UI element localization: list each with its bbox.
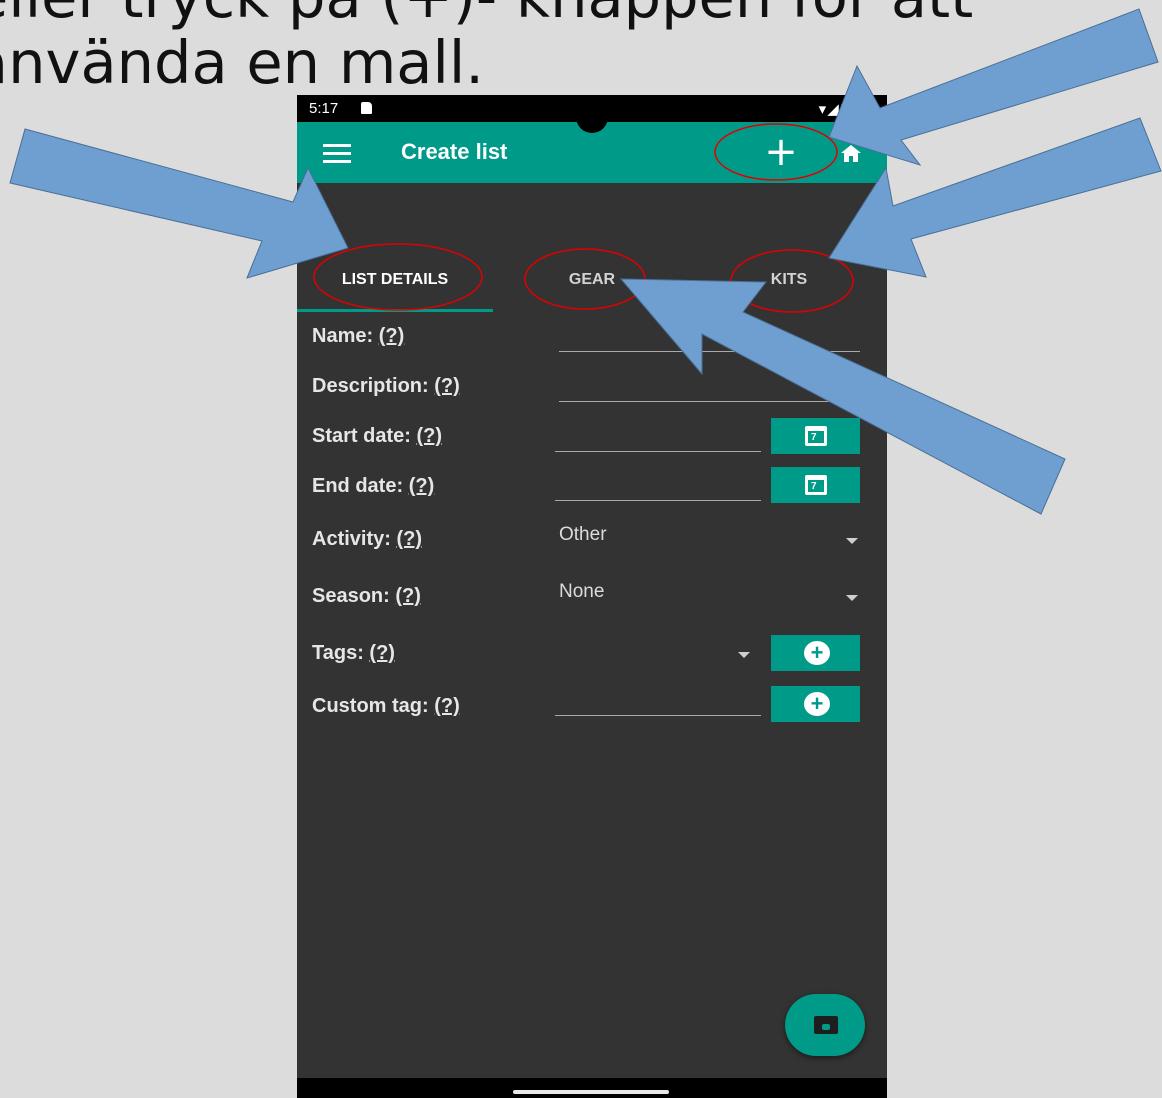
custom-tag-label: Custom tag: (?) xyxy=(312,695,460,717)
help-link[interactable]: (?) xyxy=(379,325,405,347)
help-link[interactable]: (?) xyxy=(395,585,421,607)
start-date-input[interactable] xyxy=(555,451,761,452)
home-gesture-pill[interactable] xyxy=(513,1090,669,1094)
add-template-button[interactable]: + xyxy=(759,132,803,176)
add-tag-button[interactable]: + xyxy=(771,635,860,671)
end-date-picker-button[interactable]: 7 xyxy=(771,467,860,503)
tab-gear[interactable]: GEAR xyxy=(494,245,690,313)
slide-text-line-2: använda en mall. xyxy=(0,28,484,97)
season-select[interactable]: None xyxy=(559,581,604,603)
tab-bar: LIST DETAILS GEAR KITS xyxy=(297,245,887,313)
add-custom-tag-button[interactable]: + xyxy=(771,686,860,722)
add-circle-icon: + xyxy=(804,641,830,665)
tags-dropdown-arrow-icon[interactable] xyxy=(738,652,750,658)
help-link[interactable]: (?) xyxy=(434,375,460,397)
status-time: 5:17 xyxy=(309,100,339,117)
activity-label: Activity: (?) xyxy=(312,528,423,550)
name-input[interactable] xyxy=(559,351,860,352)
help-link[interactable]: (?) xyxy=(409,475,435,497)
help-link[interactable]: (?) xyxy=(396,528,422,550)
navigation-bar xyxy=(297,1078,887,1098)
home-icon[interactable] xyxy=(839,144,863,162)
save-icon xyxy=(814,1016,838,1034)
status-bar: 5:17 ▾◢▮ xyxy=(297,95,887,133)
end-date-label: End date: (?) xyxy=(312,475,435,497)
system-status-icons: ▾◢▮ xyxy=(818,101,849,118)
activity-dropdown-arrow-icon[interactable] xyxy=(846,538,858,544)
custom-tag-input[interactable] xyxy=(555,715,761,716)
help-link[interactable]: (?) xyxy=(416,425,442,447)
save-button[interactable] xyxy=(785,994,865,1056)
description-label: Description: (?) xyxy=(312,375,460,397)
description-input[interactable] xyxy=(559,401,860,402)
page-title: Create list xyxy=(401,139,508,164)
calendar-icon: 7 xyxy=(805,426,827,446)
menu-icon[interactable] xyxy=(323,144,351,164)
tags-label: Tags: (?) xyxy=(312,642,395,664)
start-date-label: Start date: (?) xyxy=(312,425,443,447)
start-date-picker-button[interactable]: 7 xyxy=(771,418,860,454)
help-link[interactable]: (?) xyxy=(434,695,460,717)
add-circle-icon: + xyxy=(804,692,830,716)
season-dropdown-arrow-icon[interactable] xyxy=(846,595,858,601)
calendar-icon: 7 xyxy=(805,475,827,495)
slide-text-line-1: eller tryck på (+)- knappen för att xyxy=(0,0,1162,30)
activity-select[interactable]: Other xyxy=(559,524,607,546)
active-tab-indicator xyxy=(297,309,493,312)
camera-notch xyxy=(576,95,608,133)
phone-screen: 5:17 ▾◢▮ Create list + LIST DETAILS GEAR… xyxy=(297,95,887,1098)
slide-instruction-text: eller tryck på (+)- knappen för att anvä… xyxy=(0,0,1162,96)
tab-kits[interactable]: KITS xyxy=(691,245,887,313)
name-label: Name: (?) xyxy=(312,325,405,347)
help-link[interactable]: (?) xyxy=(369,642,395,664)
sd-card-icon xyxy=(361,102,372,114)
tab-list-details[interactable]: LIST DETAILS xyxy=(297,245,493,313)
end-date-input[interactable] xyxy=(555,500,761,501)
season-label: Season: (?) xyxy=(312,585,421,607)
